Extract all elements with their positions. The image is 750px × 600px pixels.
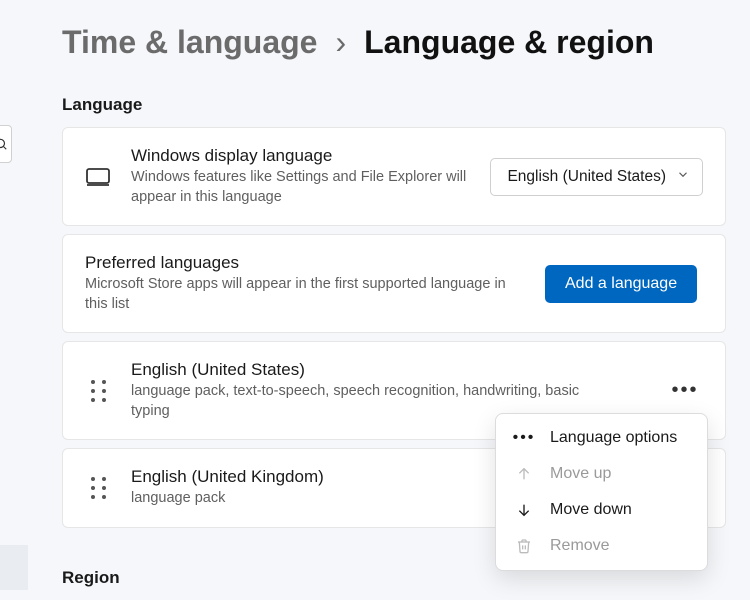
arrow-down-icon [514,502,534,518]
menu-move-down[interactable]: Move down [496,492,707,528]
search-icon [0,137,8,151]
menu-language-options[interactable]: ••• Language options [496,420,707,456]
chevron-down-icon [676,167,690,186]
card-preferred-header: Preferred languages Microsoft Store apps… [62,234,726,333]
display-icon [85,168,111,186]
search-input-stub[interactable] [0,125,12,163]
arrow-up-icon [514,466,534,482]
menu-remove: Remove [496,528,707,564]
display-language-title: Windows display language [131,146,470,166]
breadcrumb: Time & language › Language & region [0,0,750,61]
chevron-right-icon: › [335,24,346,61]
card-display-language: Windows display language Windows feature… [62,127,726,226]
language-name: English (United States) [131,360,647,380]
section-label-language: Language [0,61,750,127]
more-icon: ••• [671,379,698,402]
menu-label: Move up [550,465,611,483]
preferred-languages-title: Preferred languages [85,253,525,273]
breadcrumb-parent[interactable]: Time & language [62,24,317,61]
display-language-select[interactable]: English (United States) [490,158,703,196]
drag-handle-icon[interactable] [91,477,106,499]
display-language-selected: English (United States) [507,168,666,186]
trash-icon [514,538,534,554]
nav-stub [0,545,28,590]
display-language-desc: Windows features like Settings and File … [131,168,470,207]
language-context-menu: ••• Language options Move up Move down R… [495,413,708,571]
menu-label: Language options [550,429,677,447]
preferred-languages-desc: Microsoft Store apps will appear in the … [85,275,525,314]
language-features: language pack [131,489,531,509]
drag-handle-icon[interactable] [91,380,106,402]
menu-label: Move down [550,501,632,519]
breadcrumb-current: Language & region [364,24,654,61]
menu-move-up: Move up [496,456,707,492]
more-icon: ••• [514,429,534,447]
menu-label: Remove [550,537,610,555]
more-options-button[interactable]: ••• [667,373,703,409]
add-language-button[interactable]: Add a language [545,265,697,303]
